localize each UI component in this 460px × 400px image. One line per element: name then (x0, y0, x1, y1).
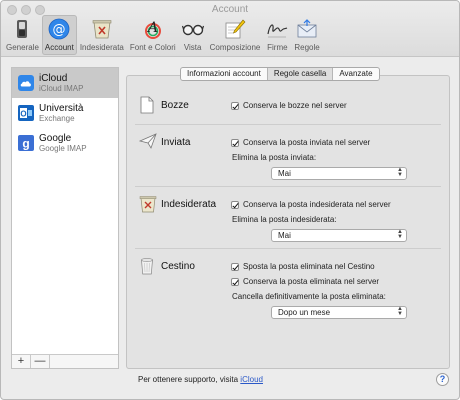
erase-sent-select[interactable]: Mai ▲ ▼ (271, 167, 407, 180)
erase-deleted-select[interactable]: Dopo un mese ▲ ▼ (271, 306, 407, 319)
account-name: Università (39, 103, 84, 114)
erase-deleted-label: Cancella definitivamente la posta elimin… (232, 292, 386, 301)
section-title: Indesiderata (161, 199, 217, 210)
account-item-universita[interactable]: O Università Exchange (12, 98, 118, 128)
toolbar-label: Indesiderata (79, 43, 124, 52)
checkbox-box[interactable] (231, 277, 239, 286)
section-cestino: Cestino Sposta la posta eliminata nel Ce… (135, 248, 441, 330)
svg-text:A: A (146, 20, 158, 36)
at-sign-icon: @ (48, 18, 70, 40)
add-account-button[interactable]: + (12, 355, 31, 368)
switch-icon (11, 18, 33, 40)
toolbar-label: Regole (294, 43, 320, 52)
preferences-window: Account Generale @ Account Indesiderata (0, 0, 460, 400)
updown-arrows-icon: ▲ ▼ (397, 306, 403, 317)
icloud-icon (18, 75, 34, 91)
select-value: Mai (278, 231, 291, 240)
glasses-icon (181, 18, 204, 40)
compose-pencil-icon (224, 18, 246, 40)
signature-icon (266, 18, 288, 40)
tab-informazioni-account[interactable]: Informazioni account (181, 68, 268, 80)
toolbar-vista[interactable]: Vista (179, 15, 207, 55)
toolbar-indesiderata[interactable]: Indesiderata (77, 15, 127, 55)
toolbar-label: Font e Colori (129, 43, 176, 52)
exchange-icon: O (18, 105, 34, 121)
toolbar-label: Generale (6, 43, 39, 52)
trash-can-icon (139, 257, 157, 275)
account-type: Exchange (39, 114, 75, 123)
toolbar-label: Firme (267, 43, 288, 52)
select-value: Mai (278, 169, 291, 178)
help-button[interactable]: ? (436, 373, 449, 386)
preferences-toolbar: Generale @ Account Indesiderata A Font e… (3, 15, 323, 55)
toolbar-composizione[interactable]: Composizione (207, 15, 264, 55)
support-text: Per ottenere supporto, visita iCloud (138, 375, 263, 384)
account-type: iCloud IMAP (39, 84, 84, 93)
window-title: Account (211, 4, 249, 15)
account-item-google[interactable]: g Google Google IMAP (12, 128, 118, 158)
rules-envelope-icon (296, 18, 318, 40)
checkbox-keep-junk[interactable]: Conserva la posta indesiderata nel serve… (231, 200, 391, 209)
checkbox-box[interactable] (231, 101, 239, 110)
toolbar-regole[interactable]: Regole (291, 15, 322, 55)
checkbox-box[interactable] (231, 262, 239, 271)
accounts-sidebar: iCloud iCloud IMAP O Università Exchange… (11, 67, 119, 369)
erase-junk-label: Elimina la posta indesiderata: (232, 215, 337, 224)
toolbar-firme[interactable]: Firme (263, 15, 291, 55)
svg-text:g: g (22, 137, 29, 151)
toolbar-generale[interactable]: Generale (3, 15, 42, 55)
checkbox-label: Conserva la posta eliminata nel server (243, 277, 380, 286)
account-name: iCloud (39, 73, 68, 84)
sidebar-footer: + — (12, 354, 118, 368)
account-name: Google (39, 133, 72, 144)
account-tabs: Informazioni account Regole casella Avan… (180, 67, 380, 81)
checkbox-box[interactable] (231, 200, 239, 209)
account-type: Google IMAP (39, 144, 87, 153)
checkbox-label: Conserva la posta inviata nel server (243, 138, 371, 147)
svg-text:O: O (20, 110, 26, 119)
select-value: Dopo un mese (278, 308, 331, 317)
erase-sent-label: Elimina la posta inviata: (232, 153, 317, 162)
section-title: Bozze (161, 100, 189, 111)
checkbox-label: Sposta la posta eliminata nel Cestino (243, 262, 375, 271)
checkbox-move-to-trash[interactable]: Sposta la posta eliminata nel Cestino (231, 262, 375, 271)
updown-arrows-icon: ▲ ▼ (397, 229, 403, 240)
junk-box-icon (139, 195, 157, 213)
section-title: Inviata (161, 137, 191, 148)
toolbar-label: Vista (183, 43, 202, 52)
mailbox-behaviors-panel: Bozze Conserva le bozze nel server Invia… (126, 75, 450, 369)
checkbox-label: Conserva le bozze nel server (243, 101, 347, 110)
erase-junk-select[interactable]: Mai ▲ ▼ (271, 229, 407, 242)
section-indesiderata: Indesiderata Conserva la posta indesider… (135, 186, 441, 248)
updown-arrows-icon: ▲ ▼ (397, 167, 403, 178)
svg-text:@: @ (53, 23, 66, 38)
section-title: Cestino (161, 261, 195, 272)
google-icon: g (18, 135, 34, 151)
checkbox-keep-sent[interactable]: Conserva la posta inviata nel server (231, 138, 370, 147)
account-item-icloud[interactable]: iCloud iCloud IMAP (12, 68, 118, 98)
remove-account-button[interactable]: — (31, 355, 50, 368)
toolbar-label: Account (44, 43, 74, 52)
icloud-support-link[interactable]: iCloud (240, 375, 263, 384)
toolbar-label: Composizione (209, 43, 261, 52)
checkbox-keep-drafts[interactable]: Conserva le bozze nel server (231, 101, 347, 110)
font-colors-icon: A (142, 18, 164, 40)
draft-page-icon (139, 96, 157, 114)
checkbox-label: Conserva la posta indesiderata nel serve… (243, 200, 391, 209)
titlebar: Account Generale @ Account Indesiderata (1, 1, 459, 57)
section-inviata: Inviata Conserva la posta inviata nel se… (135, 124, 441, 186)
paper-plane-icon (138, 133, 157, 151)
junk-trash-icon (91, 18, 113, 40)
support-label: Per ottenere supporto, visita (138, 375, 239, 384)
tab-regole-casella[interactable]: Regole casella (267, 68, 334, 80)
toolbar-account[interactable]: @ Account (41, 15, 77, 55)
tab-avanzate[interactable]: Avanzate (333, 68, 378, 80)
toolbar-font-e-colori[interactable]: A Font e Colori (127, 15, 179, 55)
checkbox-keep-deleted[interactable]: Conserva la posta eliminata nel server (231, 277, 379, 286)
section-bozze: Bozze Conserva le bozze nel server (135, 88, 441, 122)
checkbox-box[interactable] (231, 138, 239, 147)
